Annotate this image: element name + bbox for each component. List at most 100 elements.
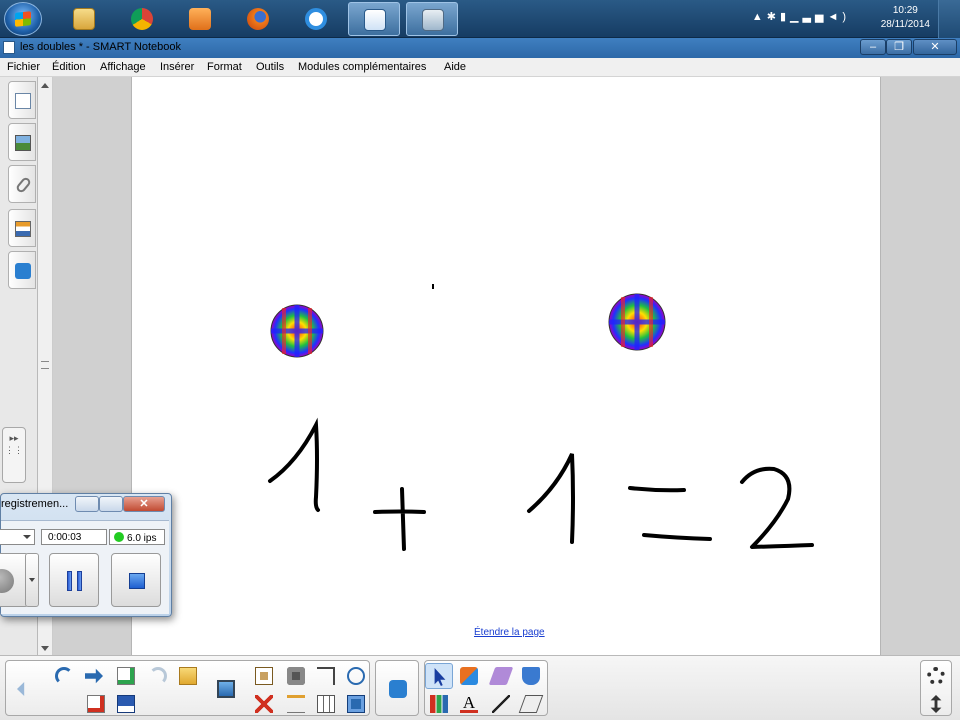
toolbar-group-tools: A [424,660,548,716]
tray-overflow-icon[interactable]: ▲ [752,11,767,23]
undo-button[interactable] [50,663,78,689]
tab-page-sorter[interactable] [8,81,36,119]
recorder-minimize-button[interactable] [75,496,99,512]
menu-edition[interactable]: Édition [52,61,86,73]
volume-icon[interactable]: ◄) [827,11,850,23]
scroll-down-arrow-icon[interactable] [41,646,49,651]
tab-properties[interactable] [8,209,36,247]
internet-explorer-icon [305,8,327,30]
side-panel-handle[interactable]: ▸▸ ⋮⋮ [2,427,26,483]
move-toolbar-button[interactable] [922,691,950,717]
addons-button[interactable] [384,676,412,702]
scroll-up-arrow-icon[interactable] [41,83,49,88]
bluetooth-icon[interactable]: ✱ [767,11,780,23]
pause-button[interactable] [49,553,99,607]
folder-icon [179,667,197,685]
taskbar-media-player[interactable] [174,2,226,36]
toolbar-group-document [5,660,370,716]
select-tool-button[interactable] [425,663,453,689]
insert-table-button[interactable] [312,691,340,717]
pens-tool-button[interactable] [425,691,453,717]
open-file-button[interactable] [174,663,202,689]
ink-digit-one-left[interactable] [268,417,320,512]
text-tool-button[interactable]: A [455,691,483,717]
shapes-icon [460,667,478,685]
close-button[interactable]: ✕ [913,39,957,55]
colored-ball-right[interactable] [608,293,666,351]
taskbar-explorer[interactable] [58,2,110,36]
eraser-tool-button[interactable] [517,691,545,717]
tab-gallery[interactable] [8,123,36,161]
delete-page-button[interactable] [82,691,110,717]
menu-format[interactable]: Format [207,61,242,73]
taskbar-document-camera[interactable] [406,2,458,36]
line-tool-button[interactable] [487,691,515,717]
ink-plus-sign[interactable] [373,487,426,551]
menu-modules[interactable]: Modules complémentaires [298,61,426,73]
menu-inserer[interactable]: Insérer [160,61,194,73]
extend-page-link[interactable]: Étendre la page [474,627,545,638]
tab-addons[interactable] [8,251,36,289]
table-icon [317,695,335,713]
gear-icon [927,667,945,685]
puzzle-icon [389,680,407,698]
start-button[interactable] [4,2,42,36]
ink-digit-one-right[interactable] [527,453,575,544]
system-tray[interactable]: ▲✱▮▁▃▅◄) [752,10,850,23]
menu-affichage[interactable]: Affichage [100,61,146,73]
power-icon[interactable]: ▮ [780,11,790,23]
stop-button[interactable] [111,553,161,607]
taskbar-chrome[interactable] [116,2,168,36]
recorder-maximize-button[interactable] [99,496,123,512]
save-button[interactable] [112,691,140,717]
clock-date: 28/11/2014 [880,19,930,30]
redo-icon [149,667,167,685]
show-desktop-button[interactable] [938,0,960,38]
tab-attachments[interactable] [8,165,36,203]
delete-button[interactable] [250,691,278,717]
stop-icon [129,573,145,589]
recorder-source-select[interactable] [0,529,35,545]
menu-aide[interactable]: Aide [444,61,466,73]
colored-ball-left[interactable] [270,304,324,358]
network-icon[interactable]: ▁▃▅ [790,11,827,23]
taskbar-smart-notebook[interactable] [348,2,400,36]
document-camera-button[interactable] [312,663,340,689]
taskbar-firefox[interactable] [232,2,284,36]
recorder-close-button[interactable]: ✕ [123,496,165,512]
record-options-dropdown[interactable] [25,553,39,607]
ink-aware-button[interactable] [342,663,370,689]
screen-capture-button[interactable] [282,663,310,689]
pause-icon [67,571,72,591]
redo-button[interactable] [144,663,172,689]
window-titlebar[interactable]: les doubles * - SMART Notebook ‒ ❐ ✕ [0,38,960,58]
menu-fichier[interactable]: Fichier [7,61,40,73]
ink-layer[interactable] [132,77,882,655]
minimize-button[interactable]: ‒ [860,39,886,55]
close-document-button[interactable] [342,691,370,717]
screen-shade-button[interactable] [212,676,240,702]
full-screen-button[interactable] [282,691,310,717]
ink-equals-sign[interactable] [628,486,712,541]
eraser-fill-tool-button[interactable] [487,663,515,689]
previous-page-button[interactable] [12,676,40,702]
fill-tool-button[interactable] [517,663,545,689]
notebook-app-icon [3,41,15,54]
taskbar-clock[interactable]: 10:29 28/11/2014 [881,4,930,32]
maximize-button[interactable]: ❐ [886,39,912,55]
shapes-tool-button[interactable] [455,663,483,689]
window-title: les doubles * - SMART Notebook [20,41,182,53]
recorder-window[interactable]: registremen... ✕ 0:00:03 6.0 ips [0,493,172,617]
taskbar-internet-explorer[interactable] [290,2,342,36]
ink-digit-two[interactable] [740,466,814,549]
media-player-icon [189,8,211,30]
add-page-button[interactable] [112,663,140,689]
scroll-grip-icon[interactable] [41,361,49,369]
paste-button[interactable] [250,663,278,689]
menu-outils[interactable]: Outils [256,61,284,73]
delete-page-icon [87,695,105,713]
next-page-button[interactable] [80,663,108,689]
notebook-page[interactable]: Étendre la page [131,77,881,655]
customize-toolbar-button[interactable] [922,663,950,689]
bottom-toolbar: A [0,655,960,720]
